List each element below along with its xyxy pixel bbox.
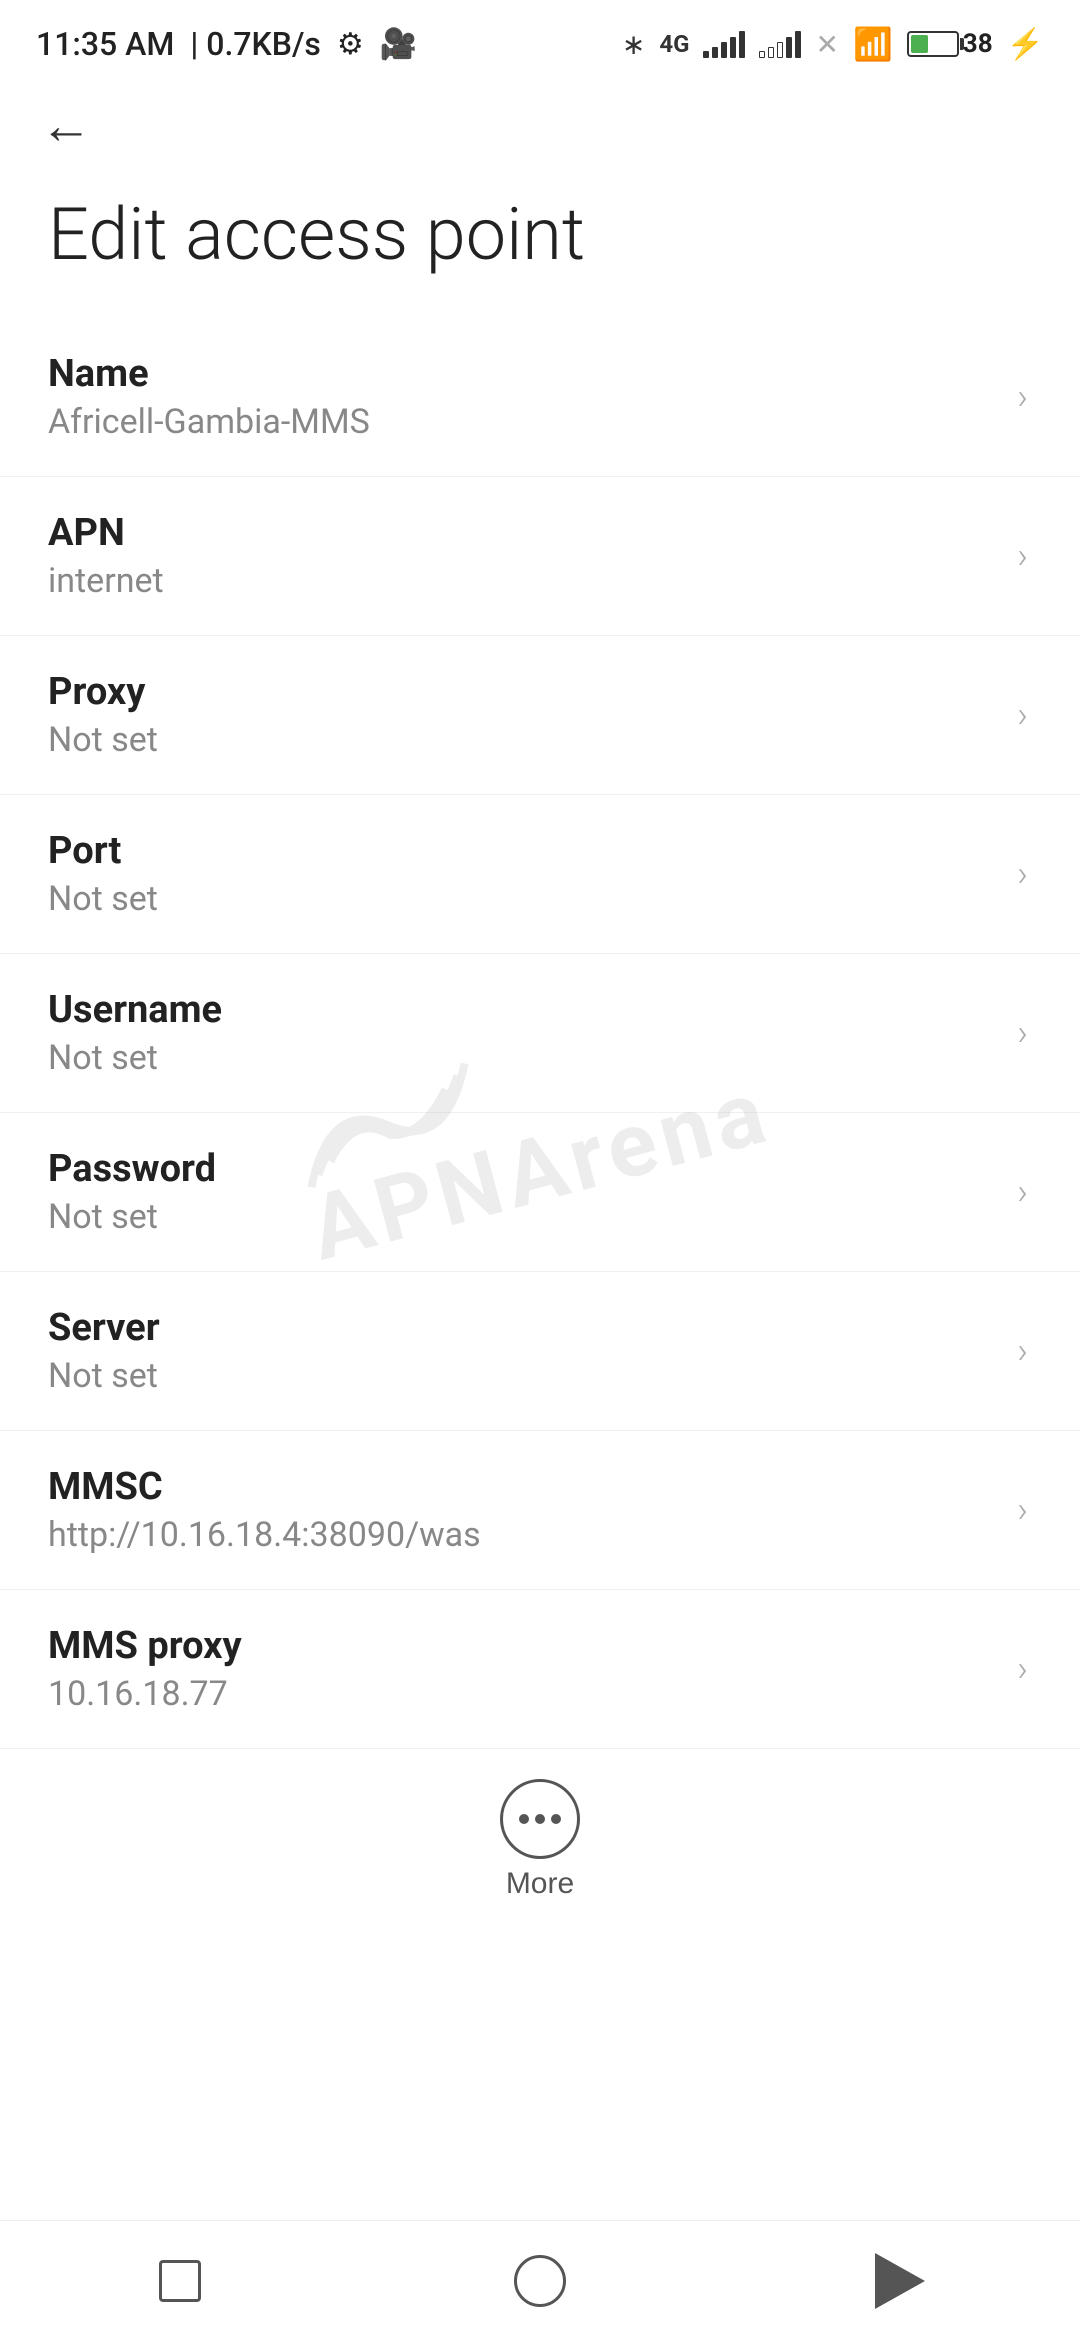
- back-button[interactable]: ←: [40, 100, 92, 152]
- circle-icon: [514, 2255, 566, 2307]
- bottom-nav-bar: [0, 2220, 1080, 2340]
- field-label-0: Name: [48, 352, 997, 396]
- settings-item-name[interactable]: Name Africell-Gambia-MMS ›: [0, 318, 1080, 477]
- field-label-8: MMS proxy: [48, 1624, 997, 1668]
- network-4g-icon: 4G: [659, 30, 689, 58]
- field-value-5: Not set: [48, 1197, 997, 1237]
- field-label-5: Password: [48, 1147, 997, 1191]
- more-button[interactable]: More: [500, 1779, 580, 1901]
- field-value-2: Not set: [48, 720, 997, 760]
- settings-item-mmsc[interactable]: MMSC http://10.16.18.4:38090/was ›: [0, 1431, 1080, 1590]
- field-value-8: 10.16.18.77: [48, 1674, 997, 1714]
- field-label-4: Username: [48, 988, 997, 1032]
- time-display: 11:35 AM: [36, 25, 174, 63]
- field-value-7: http://10.16.18.4:38090/was: [48, 1515, 997, 1555]
- camera-icon: 🎥: [380, 27, 417, 62]
- settings-item-mms-proxy[interactable]: MMS proxy 10.16.18.77 ›: [0, 1590, 1080, 1749]
- chevron-right-icon: ›: [1017, 1012, 1028, 1054]
- signal-bars-1: [703, 30, 745, 58]
- field-value-3: Not set: [48, 879, 997, 919]
- square-icon: [159, 2260, 201, 2302]
- chevron-right-icon: ›: [1017, 853, 1028, 895]
- settings-list: NameAfricell-Gambia-MMS›APNinternet›Prox…: [0, 318, 1080, 1749]
- bluetooth-icon: ∗: [622, 28, 645, 61]
- settings-item-password[interactable]: Password Not set ›: [0, 1113, 1080, 1272]
- more-section: More: [0, 1749, 1080, 1921]
- field-label-1: APN: [48, 511, 997, 555]
- field-value-0: Africell-Gambia-MMS: [48, 402, 997, 442]
- field-label-2: Proxy: [48, 670, 997, 714]
- page-title: Edit access point: [0, 162, 1080, 318]
- recent-apps-button[interactable]: [120, 2241, 240, 2321]
- settings-item-proxy[interactable]: Proxy Not set ›: [0, 636, 1080, 795]
- settings-item-username[interactable]: Username Not set ›: [0, 954, 1080, 1113]
- chevron-right-icon: ›: [1017, 1330, 1028, 1372]
- field-value-1: internet: [48, 561, 997, 601]
- status-left: 11:35 AM | 0.7KB/s ⚙ 🎥: [36, 25, 417, 63]
- status-bar: 11:35 AM | 0.7KB/s ⚙ 🎥 ∗ 4G ✕ 📶 38: [0, 0, 1080, 80]
- battery-indicator: 38: [907, 29, 993, 59]
- settings-item-server[interactable]: Server Not set ›: [0, 1272, 1080, 1431]
- signal-bars-2: [759, 30, 801, 58]
- field-label-6: Server: [48, 1306, 997, 1350]
- speed-display: | 0.7KB/s: [190, 25, 321, 63]
- field-value-6: Not set: [48, 1356, 997, 1396]
- chevron-right-icon: ›: [1017, 1171, 1028, 1213]
- chevron-right-icon: ›: [1017, 694, 1028, 736]
- no-signal-icon: ✕: [815, 28, 838, 61]
- status-right: ∗ 4G ✕ 📶 38 ⚡: [622, 25, 1044, 63]
- field-label-7: MMSC: [48, 1465, 997, 1509]
- chevron-right-icon: ›: [1017, 535, 1028, 577]
- top-nav: ←: [0, 80, 1080, 162]
- more-label: More: [506, 1867, 574, 1901]
- chevron-right-icon: ›: [1017, 376, 1028, 418]
- home-button[interactable]: [480, 2241, 600, 2321]
- wifi-icon: 📶: [853, 25, 893, 63]
- more-icon: [500, 1779, 580, 1859]
- triangle-icon: [875, 2253, 925, 2309]
- settings-item-port[interactable]: Port Not set ›: [0, 795, 1080, 954]
- charging-icon: ⚡: [1007, 27, 1044, 62]
- field-value-4: Not set: [48, 1038, 997, 1078]
- settings-item-apn[interactable]: APN internet ›: [0, 477, 1080, 636]
- settings-icon: ⚙: [337, 27, 364, 62]
- chevron-right-icon: ›: [1017, 1489, 1028, 1531]
- field-label-3: Port: [48, 829, 997, 873]
- chevron-right-icon: ›: [1017, 1648, 1028, 1690]
- back-nav-button[interactable]: [840, 2241, 960, 2321]
